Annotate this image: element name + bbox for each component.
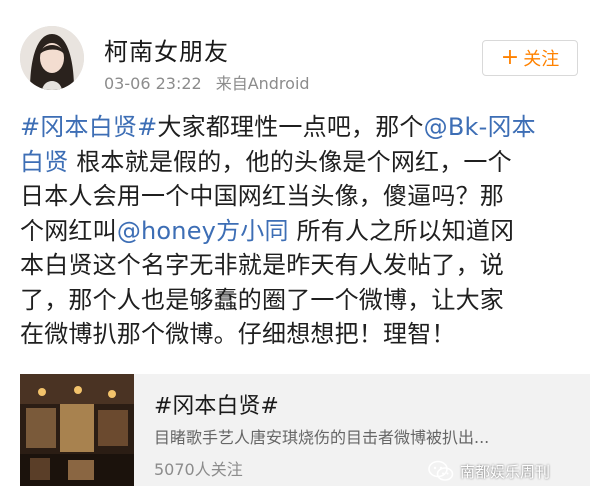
post-text-segment: 所有人之所以知道冈 (288, 216, 515, 245)
post-line: 本白贤这个名字无非就是昨天有人发帖了，说 (20, 248, 582, 283)
post-line: 了，那个人也是够蠢的圈了一个微博，让大家 (20, 283, 582, 318)
post-text-segment: 了，那个人也是够蠢的圈了一个微博，让大家 (20, 285, 504, 314)
avatar-image (20, 26, 84, 90)
wechat-icon (428, 460, 454, 481)
hashtag-link[interactable]: 白贤 (20, 148, 68, 176)
post-line: 白贤 根本就是假的，他的头像是个网红，一个 (20, 145, 582, 180)
thumbnail-image (20, 374, 134, 486)
plus-icon: + (500, 45, 520, 70)
post-line: 个网红叫@honey方小同 所有人之所以知道冈 (20, 214, 582, 249)
post-line: 在微博扒那个微博。仔细想想把！理智！ (20, 317, 582, 352)
user-avatar[interactable] (20, 26, 84, 90)
watermark: 南都娱乐周刊 (428, 460, 550, 482)
follow-button[interactable]: + 关注 (482, 40, 578, 76)
post-text-segment: 个网红叫 (20, 216, 117, 245)
post-meta: 03-06 23:22 来自Android (104, 70, 310, 94)
post-source: 来自Android (215, 74, 310, 93)
watermark-text: 南都娱乐周刊 (460, 462, 551, 481)
topic-followers: 5070人关注 (154, 460, 243, 479)
post-text-segment: 在微博扒那个微博。仔细想想把！理智！ (20, 320, 456, 348)
topic-thumbnail (20, 374, 134, 486)
post-text-segment: 本白贤这个名字无非就是昨天有人发帖了，说 (20, 251, 504, 279)
post-line: #冈本白贤#大家都理性一点吧，那个@Bk-冈本 (20, 110, 582, 145)
follow-label: 关注 (523, 49, 560, 70)
mention-link[interactable]: @Bk-冈本 (424, 113, 536, 141)
topic-title[interactable]: #冈本白贤# (154, 388, 279, 420)
hashtag-link[interactable]: #冈本白贤# (20, 113, 157, 141)
post-line: 日本人会用一个中国网红当头像，傻逼吗？那 (20, 179, 582, 214)
mention-link[interactable]: @honey方小同 (117, 217, 289, 245)
post-text-segment: 根本就是假的，他的头像是个网红，一个 (68, 147, 512, 176)
post-body: #冈本白贤#大家都理性一点吧，那个@Bk-冈本 白贤 根本就是假的，他的头像是个网… (20, 110, 582, 352)
post-header: 柯南女朋友 03-06 23:22 来自Android + 关注 (0, 0, 600, 100)
post-text-segment: 大家都理性一点吧，那个 (157, 113, 424, 141)
username[interactable]: 柯南女朋友 (104, 32, 229, 67)
topic-description: 目睹歌手艺人唐安琪烧伤的目击者微博被扒出... (154, 428, 490, 447)
post-timestamp: 03-06 23:22 (104, 74, 202, 93)
post-text-segment: 日本人会用一个中国网红当头像，傻逼吗？那 (20, 182, 504, 210)
